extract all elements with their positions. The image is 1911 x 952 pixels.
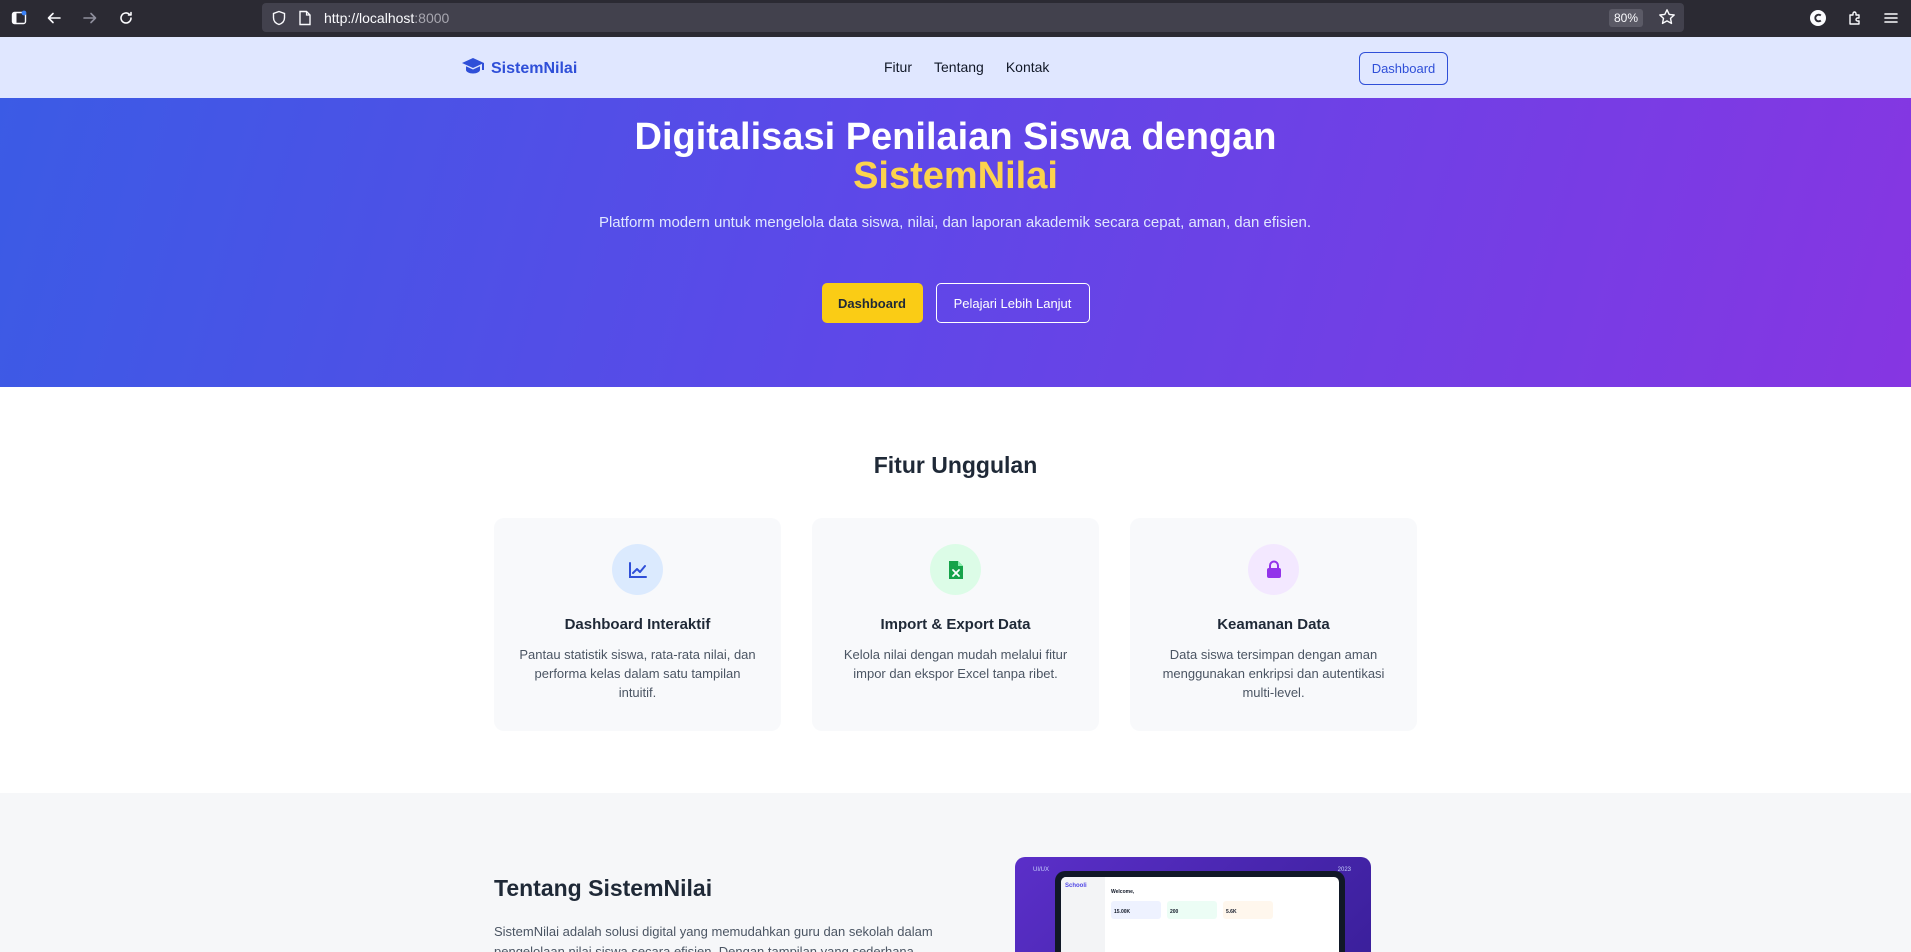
feature-title: Keamanan Data [1217, 616, 1330, 633]
browser-toolbar: http://localhost:8000 80% [0, 0, 1911, 37]
hero-buttons: Dashboard Pelajari Lebih Lanjut [0, 283, 1911, 323]
page-icon [298, 10, 312, 31]
about-section: Tentang SistemNilai SistemNilai adalah s… [0, 793, 1911, 952]
nav-link-kontak[interactable]: Kontak [1006, 59, 1050, 75]
sidebar-toggle-icon[interactable] [7, 6, 31, 30]
nav-dashboard-button[interactable]: Dashboard [1359, 52, 1448, 85]
mockup-stat-card: 15.00K [1111, 901, 1161, 919]
feature-description: Kelola nilai dengan mudah melalui fitur … [843, 647, 1068, 681]
lock-icon [1248, 544, 1299, 595]
mockup-corner-label: UI/UX [1033, 867, 1050, 873]
url-text[interactable]: http://localhost:8000 [324, 10, 449, 26]
menu-icon[interactable] [1879, 6, 1903, 30]
feature-description: Data siswa tersimpan dengan aman menggun… [1162, 647, 1385, 700]
graduation-cap-icon [461, 57, 485, 80]
mockup-stat-value: 5.6K [1226, 909, 1237, 915]
hero-title-highlight: SistemNilai [853, 155, 1058, 197]
nav-links: Fitur Tentang Kontak [884, 59, 1049, 75]
extensions-icon[interactable] [1843, 6, 1867, 30]
chart-line-icon [612, 544, 663, 595]
feature-card-security: Keamanan Data Data siswa tersimpan denga… [1130, 518, 1417, 731]
mockup-stat-card: 5.6K [1223, 901, 1273, 919]
zoom-level-badge[interactable]: 80% [1609, 9, 1644, 27]
laptop-mockup: Schooli Welcome, 15.00K 200 5.6K [1055, 871, 1345, 952]
laptop-screen: Schooli Welcome, 15.00K 200 5.6K [1061, 877, 1339, 952]
bookmark-star-icon[interactable] [1658, 8, 1676, 31]
hero-title-text: Digitalisasi Penilaian Siswa dengan [634, 116, 1277, 158]
hero-dashboard-button[interactable]: Dashboard [821, 283, 923, 323]
account-icon[interactable] [1806, 6, 1830, 30]
file-excel-icon [930, 544, 981, 595]
feature-card-import-export: Import & Export Data Kelola nilai dengan… [812, 518, 1099, 731]
back-icon[interactable] [42, 6, 66, 30]
site-navbar: SistemNilai Fitur Tentang Kontak Dashboa… [0, 37, 1911, 98]
shield-icon[interactable] [271, 10, 287, 31]
reload-icon[interactable] [114, 6, 138, 30]
mockup-welcome: Welcome, [1111, 889, 1135, 895]
brand-logo[interactable]: SistemNilai [461, 57, 577, 80]
address-bar[interactable]: http://localhost:8000 80% [262, 3, 1684, 32]
brand-name: SistemNilai [491, 59, 578, 77]
feature-description: Pantau statistik siswa, rata-rata nilai,… [519, 647, 756, 700]
hero-title: Digitalisasi Penilaian Siswa dengan Sist… [0, 118, 1911, 196]
hero-section: Digitalisasi Penilaian Siswa dengan Sist… [0, 98, 1911, 387]
mockup-sidebar: Schooli [1061, 877, 1105, 952]
nav-link-fitur[interactable]: Fitur [884, 59, 912, 75]
forward-icon[interactable] [78, 6, 102, 30]
about-title: Tentang SistemNilai [494, 875, 713, 901]
url-port: :8000 [414, 10, 450, 26]
mockup-stat-value: 15.00K [1114, 909, 1131, 915]
feature-card-dashboard: Dashboard Interaktif Pantau statistik si… [494, 518, 781, 731]
feature-title: Import & Export Data [880, 616, 1031, 633]
learn-more-button[interactable]: Pelajari Lebih Lanjut [935, 283, 1090, 323]
mockup-stat-card: 200 [1167, 901, 1217, 919]
mockup-brand: Schooli [1065, 883, 1087, 889]
features-title: Fitur Unggulan [873, 452, 1038, 478]
nav-link-tentang[interactable]: Tentang [934, 59, 984, 75]
url-host: http://localhost [324, 10, 415, 26]
hero-subtitle: Platform modern untuk mengelola data sis… [598, 214, 1312, 231]
mockup-stat-value: 200 [1170, 909, 1179, 915]
feature-title: Dashboard Interaktif [564, 616, 711, 633]
dashboard-preview-image: UI/UX 2023 Schooli Welcome, 15.00K 200 5… [1015, 857, 1371, 952]
about-text: SistemNilai adalah solusi digital yang m… [494, 924, 933, 952]
